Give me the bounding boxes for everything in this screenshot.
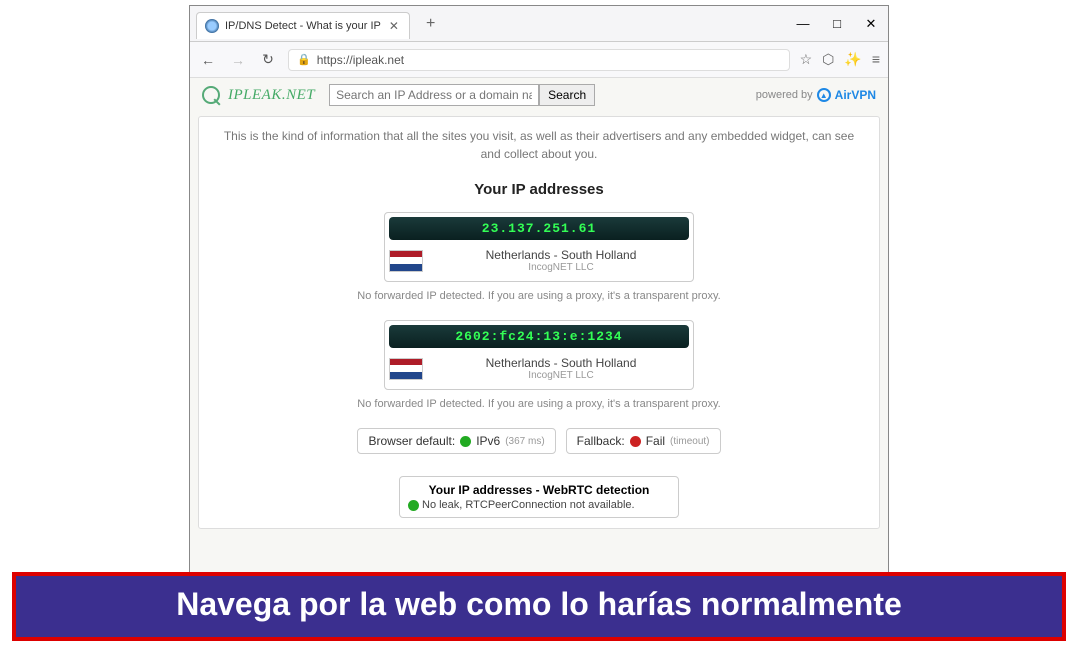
- site-logo-text: IPLEAK.NET: [228, 87, 315, 104]
- status-ms: (367 ms): [505, 436, 544, 447]
- webrtc-status-text: No leak, RTCPeerConnection not available…: [422, 499, 635, 511]
- forward-button[interactable]: →: [228, 52, 248, 68]
- lock-icon: 🔒: [297, 53, 311, 66]
- minimize-button[interactable]: —: [786, 10, 820, 38]
- ip-location: Netherlands - South Holland: [433, 248, 689, 262]
- search-box: Search: [329, 84, 595, 106]
- status-label: Fallback:: [577, 434, 625, 448]
- ip-address-display: 23.137.251.61: [389, 217, 689, 240]
- new-tab-button[interactable]: +: [420, 13, 441, 35]
- ip-org: IncogNET LLC: [433, 370, 689, 381]
- powered-brand[interactable]: AirVPN: [835, 88, 876, 102]
- ip-address-display: 2602:fc24:13:e:1234: [389, 325, 689, 348]
- back-button[interactable]: ←: [198, 52, 218, 68]
- intro-text: This is the kind of information that all…: [213, 127, 865, 163]
- status-row: Browser default: IPv6 (367 ms) Fallback:…: [213, 428, 865, 454]
- webrtc-box: Your IP addresses - WebRTC detection No …: [399, 476, 679, 518]
- close-tab-icon[interactable]: ✕: [387, 19, 401, 33]
- url-field[interactable]: 🔒 https://ipleak.net: [288, 49, 790, 71]
- status-label: Browser default:: [368, 434, 455, 448]
- page-body: This is the kind of information that all…: [198, 116, 880, 529]
- webrtc-title: Your IP addresses - WebRTC detection: [408, 483, 670, 497]
- magnifier-icon: [202, 86, 220, 104]
- proxy-note: No forwarded IP detected. If you are usi…: [213, 398, 865, 410]
- title-bar: IP/DNS Detect - What is your IP ✕ + — □ …: [190, 6, 888, 42]
- tab-title: IP/DNS Detect - What is your IP: [225, 20, 381, 32]
- status-value: IPv6: [476, 434, 500, 448]
- tab-favicon: [205, 19, 219, 33]
- status-dot-red: [630, 436, 641, 447]
- ip-location-row: Netherlands - South Holland IncogNET LLC: [389, 248, 689, 273]
- airvpn-icon: ▲: [817, 88, 831, 102]
- ip-location: Netherlands - South Holland: [433, 356, 689, 370]
- status-note: (timeout): [670, 436, 709, 447]
- flag-icon: [389, 250, 423, 272]
- webrtc-status: No leak, RTCPeerConnection not available…: [408, 499, 670, 511]
- reload-button[interactable]: ↻: [258, 51, 278, 68]
- menu-icon[interactable]: ≡: [872, 51, 880, 68]
- ip-location-row: Netherlands - South Holland IncogNET LLC: [389, 356, 689, 381]
- maximize-button[interactable]: □: [820, 10, 854, 38]
- overlay-banner: Navega por la web como lo harías normalm…: [12, 572, 1066, 641]
- site-header: IPLEAK.NET Search powered by ▲ AirVPN: [198, 78, 880, 112]
- status-dot-green: [460, 436, 471, 447]
- address-bar: ← → ↻ 🔒 https://ipleak.net ☆ ⬡ ✨ ≡: [190, 42, 888, 78]
- ip-card: 2602:fc24:13:e:1234 Netherlands - South …: [384, 320, 694, 390]
- browser-tab[interactable]: IP/DNS Detect - What is your IP ✕: [196, 12, 410, 39]
- page-content: IPLEAK.NET Search powered by ▲ AirVPN Th…: [190, 78, 888, 584]
- address-bar-icons: ☆ ⬡ ✨ ≡: [800, 51, 880, 68]
- fallback-status: Fallback: Fail (timeout): [566, 428, 721, 454]
- browser-default-status: Browser default: IPv6 (367 ms): [357, 428, 555, 454]
- ip-org: IncogNET LLC: [433, 262, 689, 273]
- proxy-note: No forwarded IP detected. If you are usi…: [213, 290, 865, 302]
- flag-icon: [389, 358, 423, 380]
- status-value: Fail: [646, 434, 665, 448]
- status-dot-green: [408, 500, 419, 511]
- window-controls: — □ ✕: [786, 10, 888, 38]
- search-button[interactable]: Search: [539, 84, 595, 106]
- search-input[interactable]: [329, 84, 539, 106]
- shield-icon[interactable]: ⬡: [822, 51, 834, 68]
- powered-label: powered by: [756, 89, 813, 101]
- close-window-button[interactable]: ✕: [854, 10, 888, 38]
- spark-icon[interactable]: ✨: [844, 51, 861, 68]
- ip-card: 23.137.251.61 Netherlands - South Hollan…: [384, 212, 694, 282]
- powered-by: powered by ▲ AirVPN: [756, 88, 876, 102]
- bookmark-icon[interactable]: ☆: [800, 51, 813, 68]
- browser-window: IP/DNS Detect - What is your IP ✕ + — □ …: [189, 5, 889, 585]
- section-title-ip: Your IP addresses: [213, 181, 865, 198]
- url-text: https://ipleak.net: [317, 53, 404, 67]
